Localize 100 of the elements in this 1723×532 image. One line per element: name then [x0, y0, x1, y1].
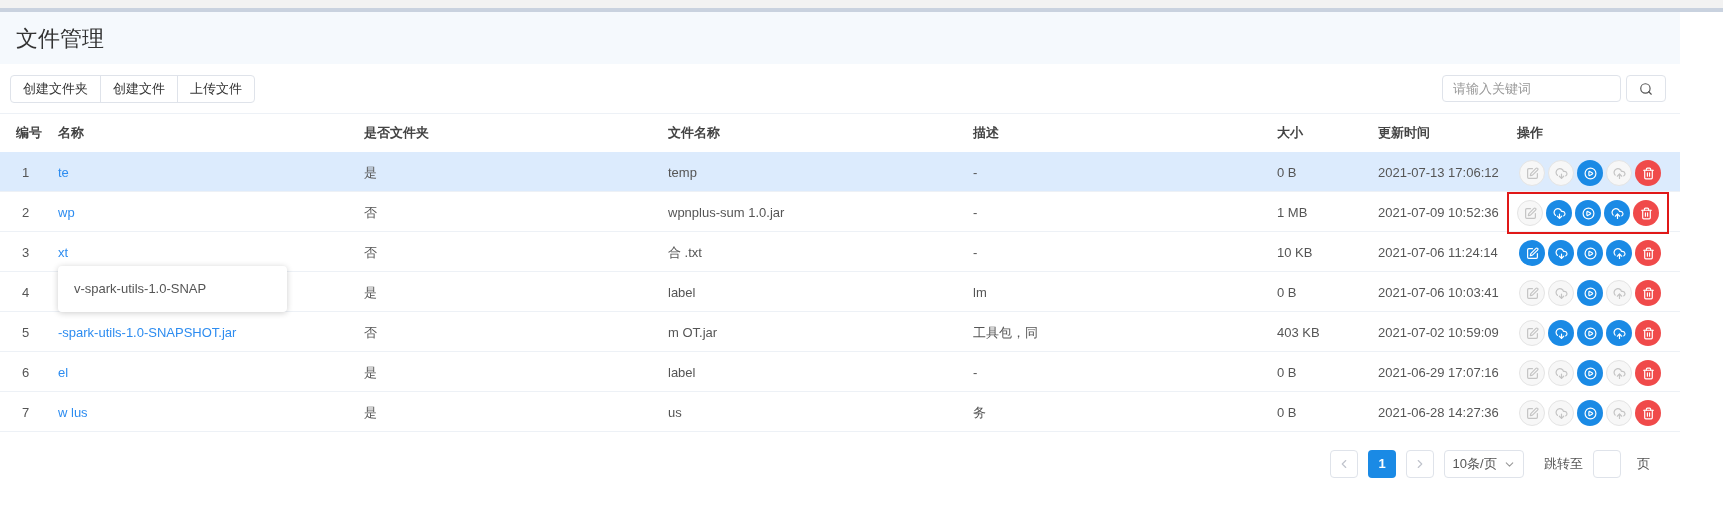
table-cell-text: 是 [364, 364, 377, 383]
toolbar-button[interactable]: 上传文件 [177, 75, 254, 102]
table-cell-text: wpnplus-sum 1.0.jar [668, 204, 785, 223]
cloud-upload-icon [1612, 286, 1626, 300]
upload-button[interactable] [1604, 200, 1630, 226]
toolbar-button[interactable]: 创建文件夹 [11, 75, 100, 102]
table-cell-text: 2021-07-13 17:06:12 [1378, 164, 1499, 183]
trash-icon [1641, 286, 1655, 300]
table-row[interactable]: 1 te 是 temp - 0 B 2021-07-13 17:06:12 [0, 152, 1680, 192]
column-header: 操作 [1517, 124, 1543, 143]
upload-button[interactable] [1606, 240, 1632, 266]
file-link[interactable]: -spark-utils-1.0-SNAPSHOT.jar [58, 325, 237, 341]
table-cell-text: 7 [21, 404, 30, 423]
run-button[interactable] [1577, 400, 1603, 426]
table-cell-text: 10 KB [1277, 244, 1313, 263]
cloud-download-icon [1554, 246, 1568, 260]
run-button[interactable] [1577, 320, 1603, 346]
cloud-upload-icon [1612, 406, 1626, 420]
delete-button[interactable] [1635, 320, 1661, 346]
search-icon [1639, 81, 1653, 96]
run-button[interactable] [1575, 200, 1601, 226]
table-cell-text: - [973, 204, 978, 223]
download-button[interactable] [1548, 320, 1574, 346]
table-cell-text: 0 B [1277, 284, 1297, 303]
page-unit-label: 页 [1637, 455, 1650, 474]
table-cell-text: - [973, 244, 978, 263]
edit-icon [1523, 206, 1537, 220]
file-link[interactable]: wp [58, 205, 75, 221]
edit-button[interactable] [1519, 280, 1545, 306]
table-cell-text: 0 B [1277, 364, 1297, 383]
table-cell-text: 工具包，同 [973, 324, 1038, 343]
table-cell-text: 1 MB [1277, 204, 1308, 223]
edit-button[interactable] [1519, 320, 1545, 346]
cloud-download-icon [1554, 406, 1568, 420]
table-cell-text: label [668, 284, 696, 303]
play-icon [1583, 286, 1597, 300]
edit-icon [1525, 406, 1539, 420]
search-field[interactable]: 请输入关键词 [1442, 75, 1621, 102]
column-header: 名称 [58, 124, 84, 143]
edit-icon [1525, 366, 1539, 380]
run-button[interactable] [1577, 160, 1603, 186]
delete-button[interactable] [1635, 240, 1661, 266]
table-cell-text: 2 [21, 204, 30, 223]
table-cell-text: temp [668, 164, 697, 183]
column-header: 大小 [1277, 124, 1303, 143]
edit-icon [1525, 326, 1539, 340]
table-cell-text: 2021-07-06 10:03:41 [1378, 284, 1499, 303]
edit-button[interactable] [1517, 200, 1543, 226]
play-icon [1583, 166, 1597, 180]
column-header: 描述 [973, 124, 999, 143]
edit-button[interactable] [1519, 360, 1545, 386]
page-title: 文件管理 [16, 24, 104, 53]
delete-button[interactable] [1633, 200, 1659, 226]
edit-icon [1525, 286, 1539, 300]
table-cell-text: 2021-07-09 10:52:36 [1378, 204, 1499, 223]
file-link[interactable]: xt [58, 245, 69, 261]
edit-button[interactable] [1519, 400, 1545, 426]
run-button[interactable] [1577, 360, 1603, 386]
table-cell-text: 2021-06-28 14:27:36 [1378, 404, 1499, 423]
cloud-upload-icon [1612, 366, 1626, 380]
page-number-field[interactable] [1593, 450, 1621, 478]
delete-button[interactable] [1635, 400, 1661, 426]
edit-button[interactable] [1519, 240, 1545, 266]
download-button[interactable] [1548, 280, 1574, 306]
cloud-upload-icon [1612, 166, 1626, 180]
table-cell-text: 否 [364, 244, 377, 263]
play-icon [1583, 246, 1597, 260]
download-button[interactable] [1546, 200, 1572, 226]
table-cell-text: - [973, 164, 978, 183]
run-button[interactable] [1577, 240, 1603, 266]
table-cell-text: 6 [21, 364, 30, 383]
cloud-upload-icon [1612, 246, 1626, 260]
file-link[interactable]: el [58, 365, 69, 381]
upload-button[interactable] [1606, 320, 1632, 346]
table-cell-text: 2021-07-02 10:59:09 [1378, 324, 1499, 343]
download-button[interactable] [1548, 240, 1574, 266]
search-button[interactable] [1626, 75, 1666, 102]
table-cell-text: lm [973, 284, 987, 303]
play-icon [1583, 406, 1597, 420]
delete-button[interactable] [1635, 160, 1661, 186]
table-row[interactable]: 2 wp 否 wpnplus-sum 1.0.jar - 1 MB 2021-07-09 10:52:36 [0, 192, 1680, 232]
table-cell-text: 是 [364, 284, 377, 303]
file-link[interactable]: w lus [58, 405, 88, 421]
page-size-select[interactable]: 10条/页 [1444, 450, 1524, 478]
page-button[interactable]: 1 [1368, 450, 1396, 478]
tooltip: v-spark-utils-1.0-SNAP [58, 266, 287, 312]
cloud-upload-icon [1610, 206, 1624, 220]
table-cell-text: 合 .txt [668, 244, 702, 263]
play-icon [1581, 206, 1595, 220]
table-cell-text: - [973, 364, 978, 383]
cloud-download-icon [1554, 326, 1568, 340]
delete-button[interactable] [1635, 280, 1661, 306]
download-button[interactable] [1548, 360, 1574, 386]
delete-button[interactable] [1635, 360, 1661, 386]
table-cell-text: 2021-06-29 17:07:16 [1378, 364, 1499, 383]
toolbar-button[interactable]: 创建文件 [100, 75, 177, 102]
run-button[interactable] [1577, 280, 1603, 306]
cloud-download-icon [1552, 206, 1566, 220]
trash-icon [1641, 166, 1655, 180]
download-button[interactable] [1548, 400, 1574, 426]
